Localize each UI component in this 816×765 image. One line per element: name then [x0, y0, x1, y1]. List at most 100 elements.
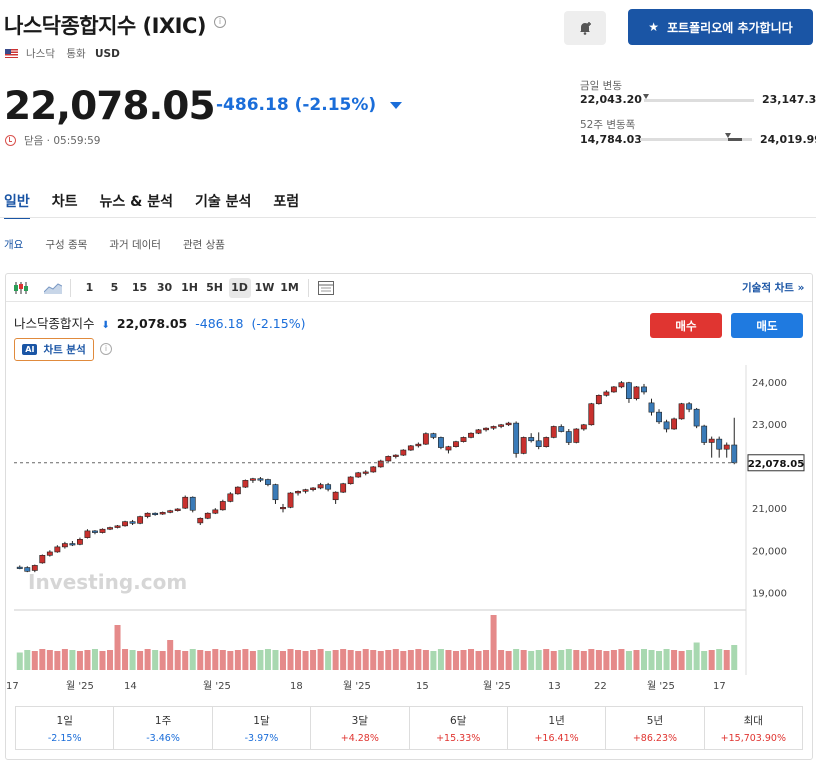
page-title: 나스닥종합지수 (IXIC) [4, 14, 206, 38]
ai-badge: AI [22, 344, 38, 355]
candle-body [76, 539, 83, 545]
investing-watermark: Investing.com [28, 570, 187, 594]
volume-bar [565, 649, 572, 670]
volume-bar [219, 650, 226, 670]
volume-bar [61, 649, 68, 670]
volume-bar [39, 649, 46, 670]
volume-bar [325, 651, 332, 670]
candle-body [325, 484, 332, 490]
performance-value: +4.28% [340, 733, 379, 744]
volume-bar [588, 649, 595, 670]
timeframe-1w[interactable]: 1W [254, 278, 276, 298]
candle-body [16, 566, 23, 569]
candle-body [520, 437, 527, 454]
timeframe-1d[interactable]: 1D [228, 277, 251, 298]
x-tick-label: 18 [290, 681, 303, 692]
candle-body [167, 510, 174, 513]
timeframe-15m[interactable]: 15 [129, 278, 151, 298]
volume-bar [392, 649, 399, 670]
performance-value: +86.23% [632, 733, 678, 744]
volume-bar [159, 651, 166, 670]
table-view-icon[interactable] [315, 277, 337, 299]
volume-bar [167, 640, 174, 670]
volume-bar [625, 651, 632, 670]
performance-cell: 1년 +16.41% [508, 707, 607, 749]
add-alert-button[interactable] [564, 11, 606, 45]
week52-low: 14,784.03 [580, 133, 642, 146]
timeframe-1m[interactable]: 1 [79, 278, 101, 298]
candle-body [84, 530, 91, 538]
candle-body [287, 492, 294, 508]
volume-bar [535, 650, 542, 670]
y-axis: 24,00023,00022,00021,00020,00019,000 [752, 378, 787, 600]
candle-body [656, 411, 662, 423]
volume-bars [16, 615, 738, 670]
x-tick-label: 13 [548, 681, 561, 692]
candle-body [54, 546, 61, 553]
volume-bar [573, 650, 580, 670]
ai-chart-analysis-button[interactable]: AI 차트 분석 [14, 338, 94, 361]
candle-body [122, 521, 128, 527]
tab-forum[interactable]: 포럼 [273, 191, 299, 219]
subtab-historical[interactable]: 과거 데이터 [109, 237, 161, 252]
x-tick-label: 17 [6, 681, 19, 692]
candle-body [422, 433, 429, 445]
subtab-components[interactable]: 구성 종목 [45, 237, 87, 252]
candle-body [678, 403, 685, 420]
volume-bar [16, 652, 23, 670]
tab-technical[interactable]: 기술 분석 [195, 191, 251, 219]
ai-info-icon[interactable]: i [100, 343, 112, 355]
volume-bar [452, 651, 459, 670]
candle-body [565, 431, 572, 443]
buy-button[interactable]: 매수 [650, 313, 722, 338]
candle-body [272, 484, 279, 501]
subtab-related[interactable]: 관련 상품 [183, 237, 225, 252]
volume-bar [716, 649, 723, 670]
candle-body [483, 427, 489, 431]
candle-body [340, 483, 347, 493]
performance-value: +16.41% [534, 733, 579, 744]
candlestick-icon[interactable] [10, 277, 32, 299]
timeframe-1h[interactable]: 1H [179, 278, 201, 298]
exchange-label: 나스닥 [26, 48, 55, 60]
ai-chart-analysis-label: 차트 분석 [43, 344, 86, 356]
change-percent: (-2.15%) [294, 95, 377, 115]
volume-bar [279, 651, 286, 670]
candle-body [415, 443, 422, 447]
timeframe-30m[interactable]: 30 [154, 278, 176, 298]
volume-bar [595, 650, 602, 670]
performance-value: -2.15% [47, 733, 82, 744]
price-change: -486.18 (-2.15%) [216, 95, 403, 115]
candle-body [663, 421, 670, 430]
volume-bar [317, 649, 324, 670]
candles [16, 381, 738, 573]
y-tick-label: 23,000 [752, 420, 787, 431]
candle-body [310, 487, 317, 490]
area-chart-icon[interactable] [42, 277, 64, 299]
tab-general[interactable]: 일반 [4, 191, 30, 219]
price-chart[interactable]: Investing.com 24,00023,00022,00021,00020… [6, 365, 812, 695]
subtab-overview[interactable]: 개요 [4, 237, 23, 252]
candle-body [174, 508, 181, 511]
timeframe-1mo[interactable]: 1M [279, 278, 301, 298]
candle-body [347, 476, 354, 485]
volume-bar [137, 651, 144, 670]
technical-chart-link[interactable]: 기술적 차트 » [742, 280, 804, 295]
tab-chart[interactable]: 차트 [52, 191, 78, 219]
candle-body [573, 428, 580, 443]
candle-body [385, 456, 392, 462]
star-icon: ★ [648, 20, 660, 34]
info-icon[interactable]: i [214, 16, 226, 28]
candle-body [189, 496, 196, 511]
candle-body [708, 438, 715, 443]
candle-body [137, 516, 144, 524]
tab-news[interactable]: 뉴스 & 분석 [100, 191, 173, 219]
timeframe-5m[interactable]: 5 [104, 278, 126, 298]
week52-high: 24,019.99 [760, 133, 816, 146]
sell-button[interactable]: 매도 [731, 313, 803, 338]
volume-bar [24, 650, 31, 670]
volume-bar [656, 651, 663, 670]
timeframe-5h[interactable]: 5H [204, 278, 226, 298]
add-to-portfolio-button[interactable]: ★ 포트폴리오에 추가합니다 [628, 9, 813, 45]
performance-period: 1일 [56, 715, 73, 727]
